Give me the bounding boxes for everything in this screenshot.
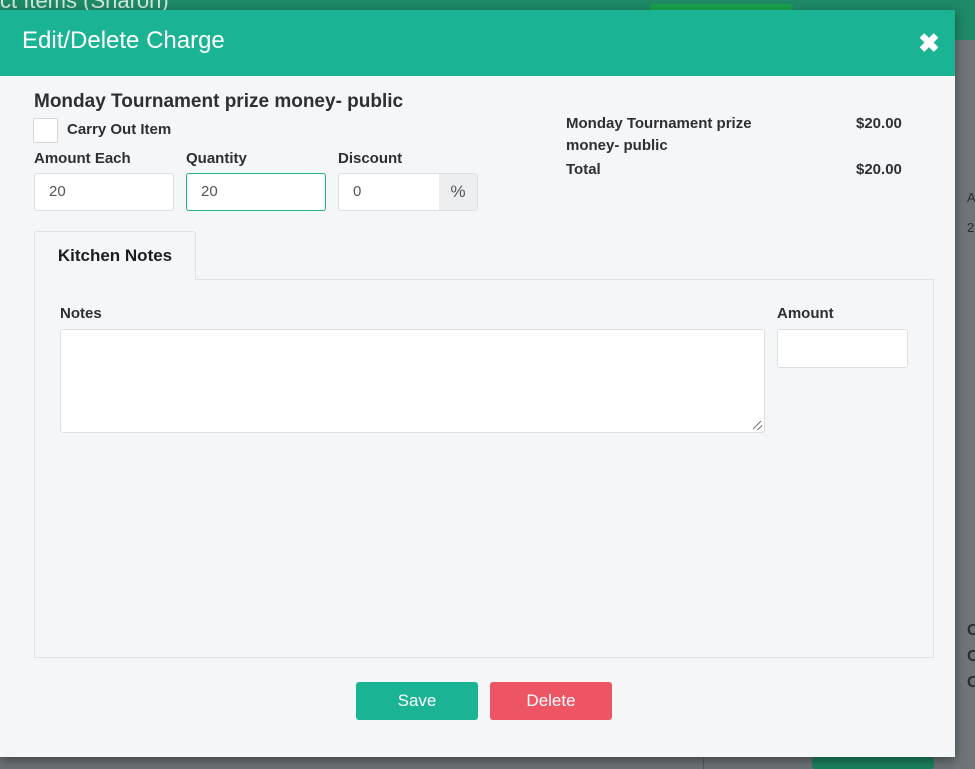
save-button[interactable]: Save [356,682,478,720]
discount-input[interactable]: 0 [338,173,440,211]
carry-out-checkbox[interactable] [33,118,58,143]
summary-total-label: Total [566,161,601,178]
close-icon[interactable]: ✖ [914,28,944,58]
background-button-bottom [812,757,934,769]
discount-label: Discount [338,150,403,167]
amount-each-label: Amount Each [34,150,131,167]
quantity-label: Quantity [186,150,247,167]
background-text-fragment: 2 [967,220,975,235]
notes-amount-input[interactable] [777,329,908,368]
modal-header: Edit/Delete Charge ✖ [0,10,955,76]
amount-label: Amount [777,305,834,322]
edit-charge-modal: Edit/Delete Charge ✖ Monday Tournament p… [0,10,955,757]
summary-item-name-cont: money- public [566,137,668,154]
delete-button[interactable]: Delete [490,682,612,720]
quantity-input[interactable]: 20 [186,173,326,211]
background-text-fragment: C [967,674,975,691]
notes-textarea[interactable] [60,329,765,433]
summary-total-amount: $20.00 [856,161,902,178]
carry-out-label: Carry Out Item [67,121,172,138]
modal-title: Edit/Delete Charge [22,27,225,54]
summary-item-amount: $20.00 [856,115,902,132]
amount-each-input[interactable]: 20 [34,173,174,211]
percent-addon: % [439,173,478,211]
summary-item-name: Monday Tournament prize [566,115,752,132]
item-name: Monday Tournament prize money- public [34,91,404,112]
tab-kitchen-notes[interactable]: Kitchen Notes [34,231,196,280]
background-text-fragment: C [967,648,975,665]
notes-label: Notes [60,305,102,322]
resize-handle-icon[interactable] [753,421,762,430]
background-text-fragment: C [967,622,975,639]
background-divider [703,757,704,769]
background-text-fragment: A [967,190,975,205]
background-right-edge: A 2 C C C [955,40,975,769]
